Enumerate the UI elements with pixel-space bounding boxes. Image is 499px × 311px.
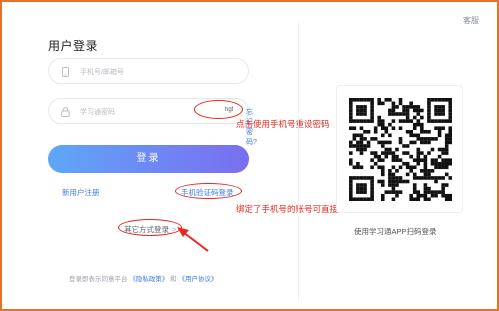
other-login-highlight-ellipse — [118, 219, 182, 236]
page-title: 用户登录 — [48, 39, 99, 53]
login-button[interactable]: 登录 — [48, 145, 249, 173]
forgot-highlight-ellipse — [194, 100, 243, 119]
qr-caption: 使用学习通APP扫码登录 — [354, 227, 437, 236]
agreement-text: 登录即表示同意平台 《隐私政策》 和 《用户协议》 — [69, 273, 217, 283]
agreement-prefix: 登录即表示同意平台 — [69, 276, 128, 283]
password-placeholder: 学习通密码 — [80, 109, 115, 116]
panel-divider — [298, 22, 299, 302]
lock-icon — [61, 107, 70, 117]
qr-code-panel — [336, 85, 463, 213]
phone-input[interactable]: 手机号/邮箱号 — [48, 58, 249, 84]
sms-highlight-ellipse — [175, 183, 242, 199]
qr-code-image — [349, 98, 452, 201]
privacy-policy-link[interactable]: 《隐私政策》 — [129, 276, 168, 283]
phone-icon — [62, 67, 69, 77]
agreement-and: 和 — [170, 276, 177, 283]
phone-placeholder: 手机号/邮箱号 — [80, 69, 124, 76]
customer-service-link[interactable]: 客服 — [463, 15, 479, 26]
login-window: 客服 用户登录 手机号/邮箱号 学习通密码 hgf 忘记密码? 点击使用手机号重… — [0, 0, 499, 311]
register-link[interactable]: 新用户注册 — [62, 187, 100, 198]
red-arrow-icon — [177, 227, 209, 252]
user-agreement-link[interactable]: 《用户协议》 — [178, 276, 217, 283]
forgot-password-note: 点击使用手机号重设密码 — [236, 119, 330, 129]
